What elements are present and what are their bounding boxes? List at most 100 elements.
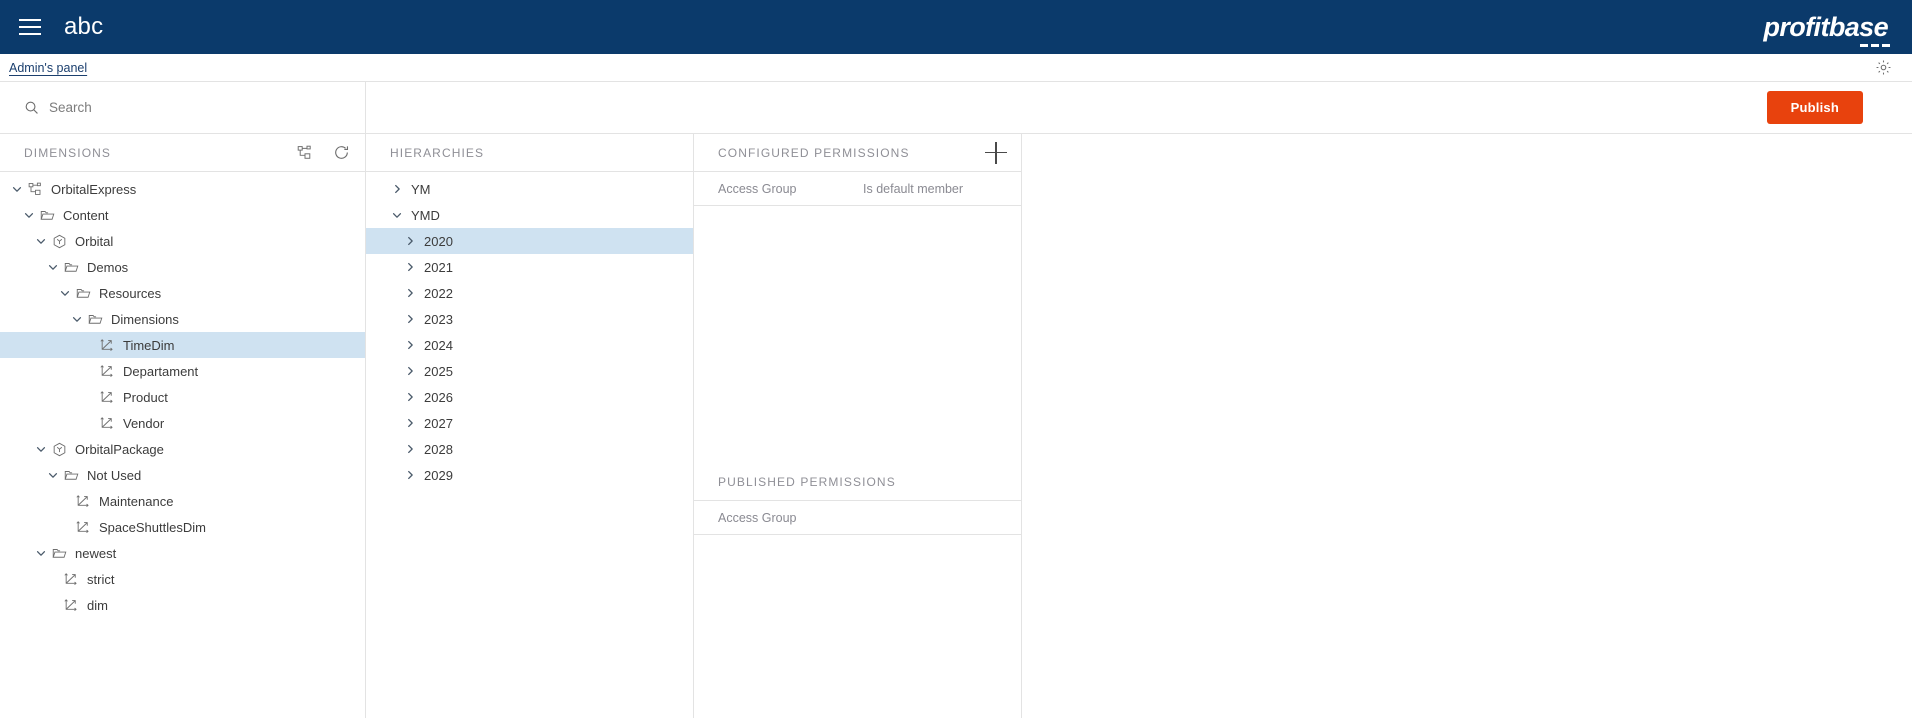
dimensions-panel-title: DIMENSIONS [24,145,112,160]
dimension-tree-item-content[interactable]: Content [0,202,365,228]
chevron-down-icon[interactable] [46,260,60,274]
configured-permissions-columns: Access Group Is default member [694,172,1021,206]
published-permissions-columns: Access Group [694,501,1021,535]
hamburger-bar [19,19,41,21]
tree-item-label: Departament [123,363,199,379]
published-permissions-header: PUBLISHED PERMISSIONS [694,463,1021,501]
hamburger-menu-icon[interactable] [12,9,48,45]
chevron-right-icon[interactable] [403,365,416,378]
action-row: Publish [0,82,1912,134]
dimension-icon [75,519,92,536]
dimensions-panel-actions [295,143,351,163]
hierarchy-item-label: YM [411,181,431,197]
chevron-down-icon[interactable] [34,546,48,560]
folder-icon [87,311,104,328]
dimension-tree-item-strict[interactable]: strict [0,566,365,592]
column-header-is-default-member: Is default member [863,181,964,196]
configured-permissions-title: CONFIGURED PERMISSIONS [718,145,910,160]
gear-icon[interactable] [1872,57,1894,79]
dimension-tree-item-newest[interactable]: newest [0,540,365,566]
hierarchy-item-2029[interactable]: 2029 [366,462,693,488]
tree-item-label: Maintenance [99,493,174,509]
dimensions-tree[interactable]: OrbitalExpress Content Orbital Demos Resourc… [0,172,365,718]
hierarchy-item-label: 2028 [424,441,453,457]
folder-icon [63,467,80,484]
chevron-right-icon[interactable] [403,261,416,274]
dimension-tree-item-orbitalexpress[interactable]: OrbitalExpress [0,176,365,202]
configured-permissions-section: CONFIGURED PERMISSIONS Access Group Is d… [694,134,1021,463]
breadcrumb-admins-panel[interactable]: Admin's panel [9,61,87,75]
dimension-tree-item-dim[interactable]: dim [0,592,365,618]
hierarchy-item-ym[interactable]: YM [366,176,693,202]
tree-item-label: strict [87,571,115,587]
chevron-down-icon[interactable] [34,442,48,456]
tree-item-label: Content [63,207,109,223]
chevron-right-icon[interactable] [403,443,416,456]
hierarchy-item-2020[interactable]: 2020 [366,228,693,254]
hierarchy-item-ymd[interactable]: YMD [366,202,693,228]
chevron-down-icon[interactable] [58,286,72,300]
hierarchy-item-label: 2020 [424,233,453,249]
hierarchy-item-2022[interactable]: 2022 [366,280,693,306]
chevron-down-icon[interactable] [70,312,84,326]
chevron-right-icon[interactable] [403,287,416,300]
hierarchy-item-2024[interactable]: 2024 [366,332,693,358]
dimension-tree-item-departament[interactable]: Departament [0,358,365,384]
dimension-tree-item-maintenance[interactable]: Maintenance [0,488,365,514]
hierarchy-item-2023[interactable]: 2023 [366,306,693,332]
search-input[interactable] [49,100,299,115]
model-graph-icon[interactable] [295,143,315,163]
column-header-access-group: Access Group [718,510,797,525]
hierarchy-item-label: 2029 [424,467,453,483]
dimension-tree-item-not-used[interactable]: Not Used [0,462,365,488]
dimension-tree-item-dimensions[interactable]: Dimensions [0,306,365,332]
dimension-tree-item-vendor[interactable]: Vendor [0,410,365,436]
hierarchy-item-label: 2026 [424,389,453,405]
empty-detail-area [1022,134,1912,718]
dimension-tree-item-timedim[interactable]: TimeDim [0,332,365,358]
dimensions-panel: DIMENSIONS OrbitalExpress Content Orbita… [0,134,366,718]
hierarchy-item-2027[interactable]: 2027 [366,410,693,436]
chevron-right-icon[interactable] [390,183,403,196]
folder-icon [75,285,92,302]
refresh-icon[interactable] [331,143,351,163]
chevron-down-icon[interactable] [46,468,60,482]
hierarchy-item-label: 2024 [424,337,453,353]
hierarchy-item-2021[interactable]: 2021 [366,254,693,280]
dimension-icon [99,363,116,380]
published-permissions-section: PUBLISHED PERMISSIONS Access Group [694,463,1021,718]
dimension-tree-item-product[interactable]: Product [0,384,365,410]
dimension-icon [99,389,116,406]
chevron-down-icon[interactable] [22,208,36,222]
chevron-right-icon[interactable] [403,235,416,248]
model-graph-icon [27,181,44,198]
chevron-right-icon[interactable] [403,391,416,404]
search-container [0,82,366,133]
chevron-right-icon[interactable] [403,339,416,352]
tree-item-label: TimeDim [123,337,175,353]
dimension-tree-item-orbital[interactable]: Orbital [0,228,365,254]
dimension-tree-item-spaceshuttlesdim[interactable]: SpaceShuttlesDim [0,514,365,540]
hierarchy-item-label: YMD [411,207,440,223]
hierarchy-item-2026[interactable]: 2026 [366,384,693,410]
chevron-down-icon[interactable] [10,182,24,196]
add-permission-button[interactable] [985,141,1007,164]
dimension-tree-item-resources[interactable]: Resources [0,280,365,306]
publish-button[interactable]: Publish [1766,91,1863,124]
chevron-down-icon[interactable] [390,209,403,222]
hierarchy-item-label: 2023 [424,311,453,327]
hierarchies-tree[interactable]: YM YMD 2020 2021 2022 2023 2024 2025 2026 2027 202… [366,172,693,718]
chevron-right-icon[interactable] [403,417,416,430]
dimension-tree-item-demos[interactable]: Demos [0,254,365,280]
published-permissions-body [694,535,1021,718]
tree-item-label: Product [123,389,168,405]
hierarchy-item-2028[interactable]: 2028 [366,436,693,462]
dimension-tree-item-orbitalpackage[interactable]: OrbitalPackage [0,436,365,462]
chevron-right-icon[interactable] [403,313,416,326]
app-title: abc [64,13,104,40]
chevron-right-icon[interactable] [403,469,416,482]
tree-item-label: Orbital [75,233,114,249]
chevron-down-icon[interactable] [34,234,48,248]
hierarchy-item-label: 2027 [424,415,453,431]
hierarchy-item-2025[interactable]: 2025 [366,358,693,384]
